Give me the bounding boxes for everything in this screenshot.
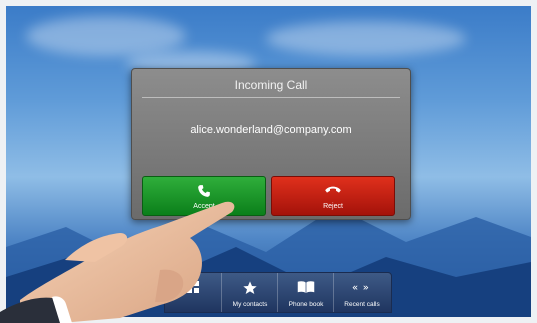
- recent-calls-icon: « »: [352, 283, 369, 294]
- book-icon: [297, 281, 315, 293]
- divider: [142, 97, 400, 98]
- star-icon: [243, 281, 257, 294]
- toolbar-item-recent-calls[interactable]: « » Recent calls: [333, 273, 390, 312]
- phone-hangup-icon: [325, 186, 341, 193]
- caller-address: alice.wonderland@company.com: [190, 124, 352, 136]
- accept-button[interactable]: Accept: [142, 176, 266, 216]
- incoming-call-dialog: Incoming Call alice.wonderland@company.c…: [131, 68, 411, 220]
- toolbar-item-label: Recent calls: [344, 301, 380, 308]
- toolbar-item-grid[interactable]: [165, 273, 221, 312]
- toolbar-item-phone-book[interactable]: Phone book: [277, 273, 334, 312]
- toolbar-item-label: Phone book: [288, 301, 324, 308]
- svg-text:»: »: [363, 283, 369, 294]
- reject-button[interactable]: Reject: [271, 176, 395, 216]
- cloud: [26, 16, 186, 56]
- accept-label: Accept: [193, 203, 215, 210]
- reject-label: Reject: [323, 203, 343, 210]
- bottom-toolbar: My contacts Phone book « » Recent calls: [164, 272, 392, 313]
- toolbar-item-label: My contacts: [232, 301, 268, 308]
- grid-icon: [187, 281, 199, 293]
- phone-answer-icon: [198, 185, 210, 197]
- dialog-title: Incoming Call: [234, 78, 308, 92]
- svg-text:«: «: [352, 283, 358, 294]
- toolbar-item-my-contacts[interactable]: My contacts: [221, 273, 278, 312]
- cloud: [266, 21, 466, 56]
